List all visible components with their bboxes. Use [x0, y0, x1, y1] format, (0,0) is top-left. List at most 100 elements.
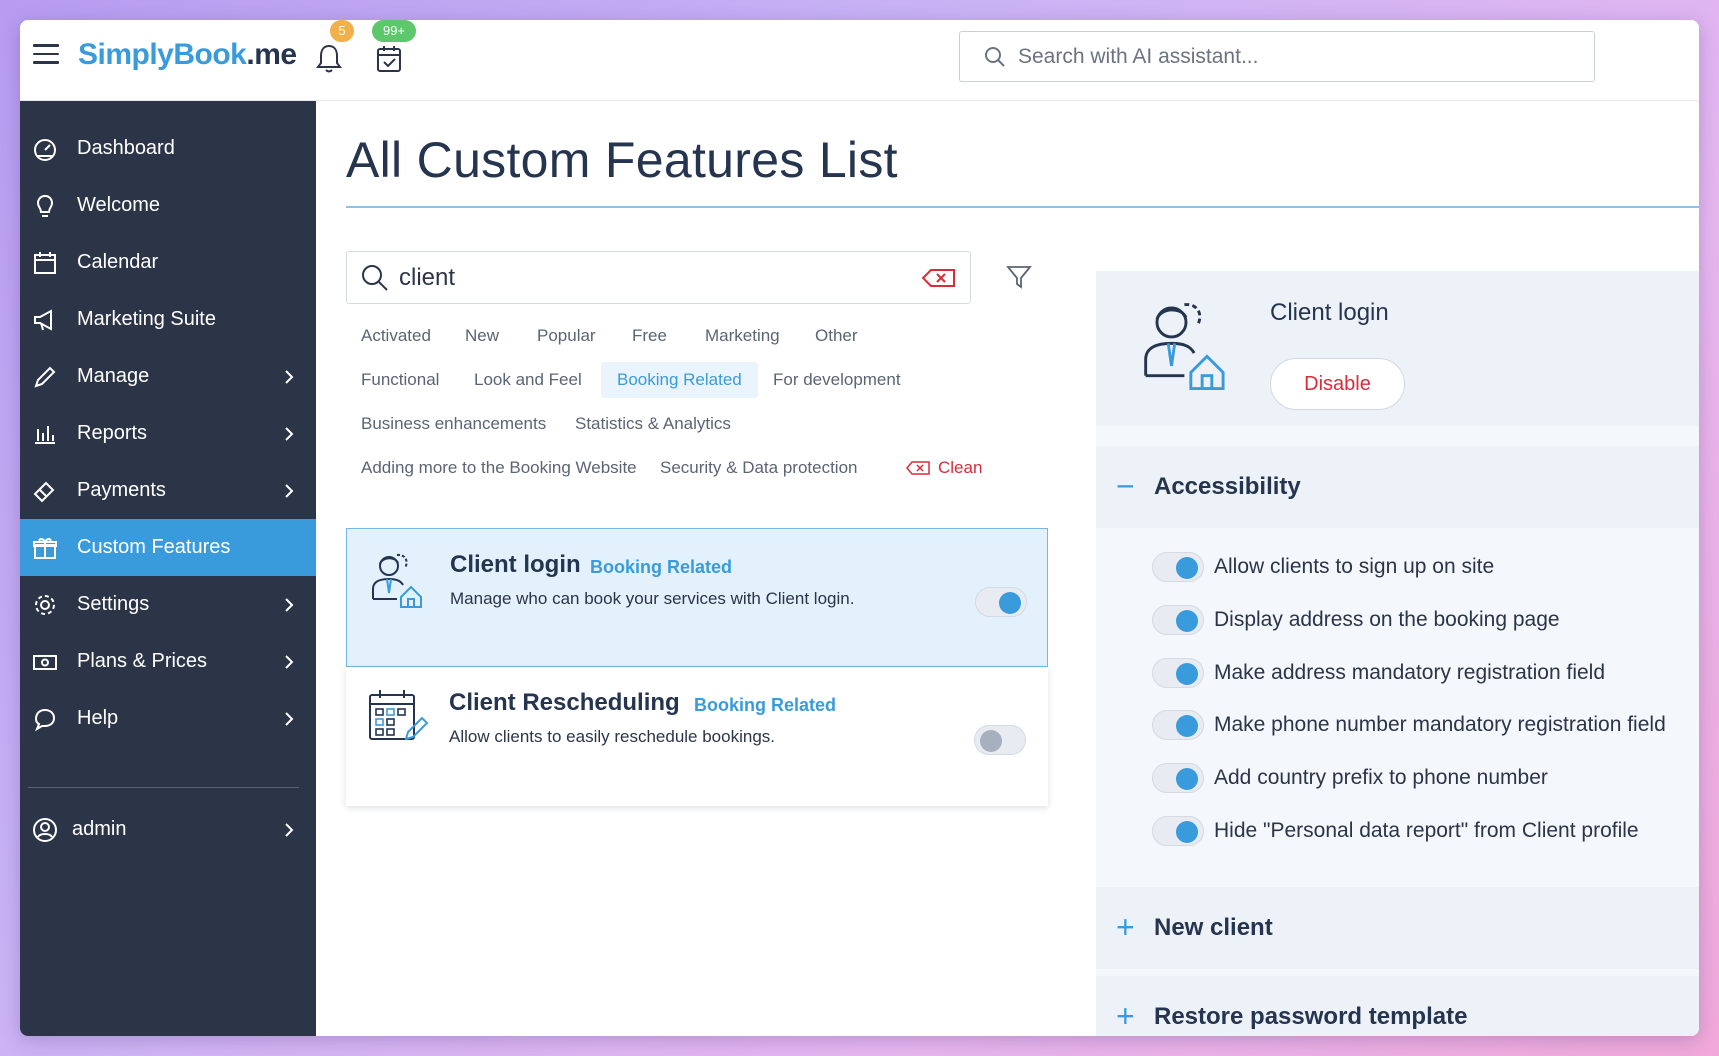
tag-free[interactable]: Free	[616, 318, 683, 354]
option-label: Allow clients to sign up on site	[1214, 555, 1495, 578]
option-toggle[interactable]	[1152, 552, 1204, 582]
user-circle-icon	[33, 818, 57, 842]
pencil-icon	[34, 366, 56, 388]
feature-search-value[interactable]: client	[399, 264, 455, 292]
card-icon	[33, 481, 55, 503]
feature-search-box[interactable]: client	[346, 251, 971, 304]
sidebar-item-admin[interactable]: admin	[20, 801, 316, 858]
chevron-right-icon	[285, 598, 294, 612]
logo-word: implyBook	[97, 38, 247, 71]
feature-toggle[interactable]	[974, 725, 1026, 755]
tag-adding-more-booking-website[interactable]: Adding more to the Booking Website	[345, 450, 653, 486]
tag-business-enhancements[interactable]: Business enhancements	[345, 406, 562, 442]
megaphone-icon	[34, 309, 52, 331]
sidebar-item-label: Manage	[77, 365, 150, 387]
tag-functional[interactable]: Functional	[345, 362, 455, 398]
tag-look-and-feel[interactable]: Look and Feel	[458, 362, 598, 398]
sidebar-item-dashboard[interactable]: Dashboard	[20, 120, 316, 177]
option-row: Add country prefix to phone number	[1152, 761, 1692, 795]
toggle-knob	[1176, 610, 1198, 632]
sidebar-item-label: Reports	[77, 422, 148, 444]
clean-filters-button[interactable]: Clean	[906, 450, 982, 486]
option-toggle[interactable]	[1152, 816, 1204, 846]
sidebar-item-label: Marketing Suite	[77, 308, 216, 330]
option-toggle[interactable]	[1152, 605, 1204, 635]
sidebar-divider	[28, 787, 299, 788]
sidebar-item-payments[interactable]: Payments	[20, 462, 316, 519]
option-row: Display address on the booking page	[1152, 603, 1692, 637]
user-label: admin	[72, 818, 127, 840]
filter-icon[interactable]	[1006, 264, 1032, 290]
chat-bubble-icon	[34, 708, 56, 732]
tag-activated[interactable]: Activated	[345, 318, 447, 354]
feature-toggle[interactable]	[975, 587, 1027, 617]
logo-letter: S	[78, 38, 98, 71]
feature-card-client-login[interactable]: Client login Booking Related Manage who …	[346, 528, 1048, 667]
sidebar-item-calendar[interactable]: Calendar	[20, 234, 316, 291]
sidebar-item-marketing-suite[interactable]: Marketing Suite	[20, 291, 316, 348]
toggle-knob	[999, 592, 1021, 614]
sidebar-item-custom-features[interactable]: Custom Features	[20, 519, 316, 576]
menu-icon[interactable]	[33, 44, 59, 64]
logo[interactable]: SimplyBook.me	[78, 38, 297, 72]
sidebar-item-help[interactable]: Help	[20, 690, 316, 747]
chevron-right-icon	[285, 712, 294, 726]
chevron-right-icon	[285, 370, 294, 384]
gear-icon	[35, 595, 55, 615]
tag-for-development[interactable]: For development	[757, 362, 917, 398]
section-title: New client	[1154, 914, 1273, 941]
sidebar-item-plans-prices[interactable]: Plans & Prices	[20, 633, 316, 690]
ai-search-box	[959, 31, 1595, 82]
client-login-icon	[1144, 303, 1225, 390]
sidebar-item-manage[interactable]: Manage	[20, 348, 316, 405]
feature-card-client-rescheduling[interactable]: Client Rescheduling Booking Related Allo…	[346, 667, 1048, 806]
feature-detail-panel: Client login Disable − Accessibility All…	[1096, 271, 1699, 1036]
card-description: Manage who can book your services with C…	[450, 589, 855, 608]
card-category: Booking Related	[694, 695, 837, 715]
expand-icon: +	[1116, 909, 1135, 945]
bell-icon[interactable]	[314, 42, 344, 76]
detail-title: Client login	[1270, 299, 1389, 326]
ai-search-input[interactable]	[1018, 40, 1578, 74]
disable-button[interactable]: Disable	[1270, 358, 1405, 410]
detail-header: Client login Disable	[1096, 271, 1699, 426]
chevron-right-icon	[285, 823, 294, 837]
sidebar-item-welcome[interactable]: Welcome	[20, 177, 316, 234]
search-icon	[362, 265, 388, 291]
toggle-knob	[1176, 557, 1198, 579]
tag-booking-related[interactable]: Booking Related	[601, 362, 758, 398]
option-toggle[interactable]	[1152, 710, 1204, 740]
toggle-knob	[980, 730, 1002, 752]
clear-search-icon[interactable]	[922, 268, 956, 288]
tag-statistics-analytics[interactable]: Statistics & Analytics	[559, 406, 747, 442]
client-login-icon	[372, 553, 422, 608]
card-category: Booking Related	[590, 557, 733, 577]
card-title: Client login	[450, 551, 581, 578]
card-description: Allow clients to easily reschedule booki…	[449, 727, 776, 746]
toggle-knob	[1176, 663, 1198, 685]
toggle-knob	[1176, 768, 1198, 790]
tag-popular[interactable]: Popular	[521, 318, 612, 354]
clear-icon	[906, 461, 930, 475]
section-title: Restore password template	[1154, 1003, 1468, 1030]
notification-badge: 5	[330, 20, 354, 42]
tag-new[interactable]: New	[449, 318, 515, 354]
section-new-client[interactable]: + New client	[1096, 887, 1699, 969]
section-restore-password-template[interactable]: + Restore password template	[1096, 976, 1699, 1036]
chevron-right-icon	[285, 484, 294, 498]
option-toggle[interactable]	[1152, 763, 1204, 793]
tag-other[interactable]: Other	[799, 318, 874, 354]
sidebar-item-label: Help	[77, 707, 119, 729]
money-icon	[33, 655, 57, 670]
sidebar-item-settings[interactable]: Settings	[20, 576, 316, 633]
option-toggle[interactable]	[1152, 658, 1204, 688]
sidebar-item-reports[interactable]: Reports	[20, 405, 316, 462]
calendar-icon	[34, 252, 56, 274]
tag-security-data-protection[interactable]: Security & Data protection	[644, 450, 873, 486]
calendar-check-icon[interactable]	[374, 42, 404, 76]
sidebar: Dashboard Welcome Calendar Marketing Sui…	[20, 101, 316, 1036]
toggle-knob	[1176, 715, 1198, 737]
section-accessibility[interactable]: − Accessibility	[1096, 446, 1699, 528]
sidebar-item-label: Calendar	[77, 251, 159, 273]
tag-marketing[interactable]: Marketing	[689, 318, 796, 354]
